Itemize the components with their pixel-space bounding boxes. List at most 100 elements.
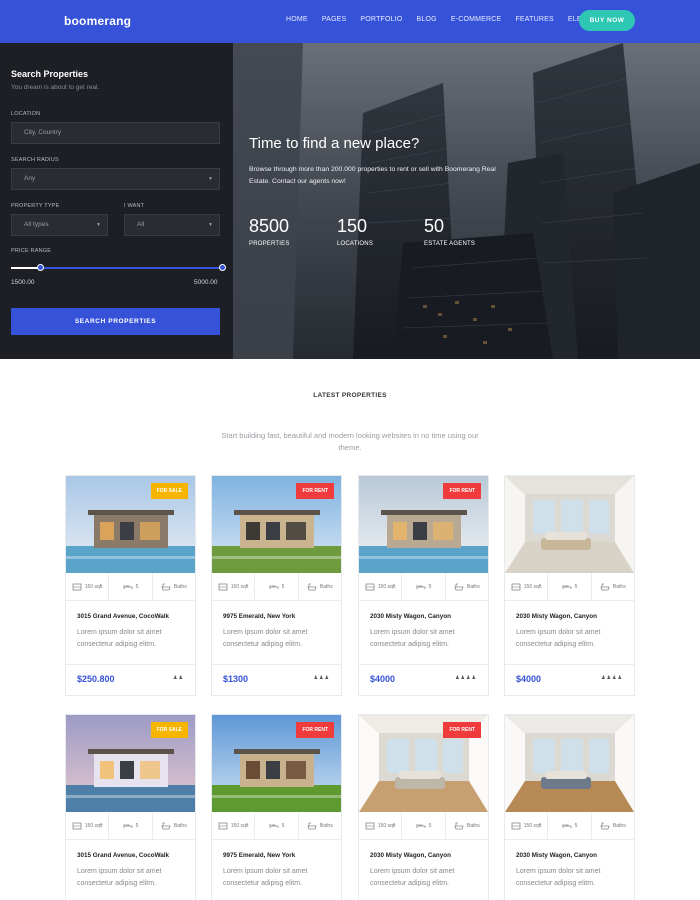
price-min-handle[interactable] — [37, 264, 44, 271]
stat-locations: 150 LOCATIONS — [337, 216, 373, 247]
property-image[interactable]: FOR RENT — [359, 476, 488, 573]
property-address[interactable]: 2030 Misty Wagon, Canyon — [516, 613, 623, 620]
hero-heading: Time to find a new place? — [249, 135, 420, 152]
property-card[interactable]: FOR SALE 150 sqft 5 Baths 3015 Grand Ave… — [65, 714, 196, 900]
property-image[interactable]: FOR RENT — [212, 715, 341, 812]
property-features: 150 sqft 5 Baths — [66, 812, 195, 840]
card-footer: $250.800 ♟♟ — [66, 665, 195, 695]
location-input[interactable]: City, Country — [11, 122, 220, 144]
card-footer: $4000 ♟♟♟♟ — [505, 665, 634, 695]
bed-icon — [416, 823, 425, 828]
property-card[interactable]: 150 sqft 5 Baths 2030 Misty Wagon, Canyo… — [504, 714, 635, 900]
card-body: 3015 Grand Avenue, CocoWalk Lorem ipsum … — [66, 840, 195, 900]
property-card[interactable]: FOR SALE 150 sqft 5 Baths 3015 Grand Ave… — [65, 475, 196, 696]
feature-baths-value: Baths — [319, 822, 333, 829]
feature-beds-value: 5 — [574, 583, 578, 590]
area-icon — [218, 822, 228, 829]
property-address[interactable]: 3015 Grand Avenue, CocoWalk — [77, 852, 184, 859]
want-label: I WANT — [124, 203, 145, 209]
status-badge: FOR SALE — [150, 483, 188, 499]
site-header: boomerang HOME PAGES PORTFOLIO BLOG E-CO… — [0, 0, 700, 43]
feature-baths-value: Baths — [466, 583, 480, 590]
property-type-label: PROPERTY TYPE — [11, 203, 60, 209]
feature-beds: 5 — [109, 573, 153, 600]
feature-area-value: 150 sqft — [377, 583, 396, 590]
property-description: Lorem ipsum dolor sit amet consectetur a… — [370, 868, 455, 887]
bath-icon — [600, 822, 610, 829]
property-address[interactable]: 9975 Emerald, New York — [223, 613, 330, 620]
feature-area: 150 sqft — [505, 812, 549, 839]
want-select[interactable]: All ▼ — [124, 214, 220, 236]
card-body: 9975 Emerald, New York Lorem ipsum dolor… — [212, 601, 341, 665]
property-address[interactable]: 9975 Emerald, New York — [223, 852, 330, 859]
feature-area: 150 sqft — [66, 573, 110, 600]
property-image[interactable] — [505, 715, 634, 812]
property-address[interactable]: 2030 Misty Wagon, Canyon — [370, 613, 477, 620]
feature-baths: Baths — [592, 573, 634, 600]
nav-item-ecommerce[interactable]: E-COMMERCE — [451, 16, 502, 23]
feature-beds: 5 — [548, 812, 592, 839]
stat-value: 50 — [424, 216, 445, 236]
property-image[interactable] — [505, 476, 634, 573]
search-title: Search Properties — [11, 69, 89, 79]
location-label: LOCATION — [11, 111, 41, 117]
feature-baths: Baths — [446, 573, 488, 600]
feature-baths-value: Baths — [319, 583, 333, 590]
property-features: 150 sqft 5 Baths — [66, 573, 195, 601]
property-address[interactable]: 2030 Misty Wagon, Canyon — [516, 852, 623, 859]
nav-item-pages[interactable]: PAGES — [322, 16, 347, 23]
feature-beds: 5 — [548, 573, 592, 600]
property-image[interactable]: FOR SALE — [66, 476, 195, 573]
property-card[interactable]: FOR RENT 150 sqft 5 Baths 2030 Misty Wag… — [358, 475, 489, 696]
nav-item-features[interactable]: FEATURES — [515, 16, 553, 23]
feature-beds-value: 5 — [574, 822, 578, 829]
price-min-value: 1500.00 — [11, 279, 35, 286]
property-card[interactable]: FOR RENT 150 sqft 5 Baths 2030 Misty Wag… — [358, 714, 489, 900]
status-badge: FOR RENT — [443, 483, 481, 499]
property-address[interactable]: 2030 Misty Wagon, Canyon — [370, 852, 477, 859]
status-badge: FOR RENT — [443, 722, 481, 738]
search-properties-button[interactable]: SEARCH PROPERTIES — [11, 308, 220, 335]
property-image[interactable]: FOR RENT — [212, 476, 341, 573]
bed-icon — [416, 584, 425, 589]
bed-icon — [562, 584, 571, 589]
nav-item-blog[interactable]: BLOG — [417, 16, 437, 23]
hero-background-image: Time to find a new place? Browse through… — [233, 43, 700, 359]
feature-baths: Baths — [153, 573, 195, 600]
logo[interactable]: boomerang — [64, 14, 131, 28]
feature-area: 150 sqft — [505, 573, 549, 600]
nav-item-portfolio[interactable]: PORTFOLIO — [360, 16, 402, 23]
property-image[interactable]: FOR SALE — [66, 715, 195, 812]
stat-value: 150 — [337, 216, 368, 236]
card-body: 9975 Emerald, New York Lorem ipsum dolor… — [212, 840, 341, 900]
property-price: $1300 — [223, 674, 249, 684]
skyscrapers-illustration — [233, 43, 700, 359]
want-value: All — [137, 221, 145, 228]
property-price: $4000 — [370, 674, 396, 684]
card-body: 2030 Misty Wagon, Canyon Lorem ipsum dol… — [505, 601, 634, 665]
property-card[interactable]: FOR RENT 150 sqft 5 Baths 9975 Emerald, … — [211, 714, 342, 900]
area-icon — [218, 583, 228, 590]
feature-beds-value: 5 — [428, 822, 432, 829]
status-badge: FOR RENT — [296, 722, 334, 738]
buy-now-button[interactable]: BUY NOW — [579, 10, 635, 31]
property-card[interactable]: FOR RENT 150 sqft 5 Baths 9975 Emerald, … — [211, 475, 342, 696]
property-type-select[interactable]: All types ▼ — [11, 214, 108, 236]
radius-select[interactable]: Any ▼ — [11, 168, 220, 190]
feature-area-value: 150 sqft — [523, 822, 542, 829]
property-image[interactable]: FOR RENT — [359, 715, 488, 812]
bed-icon — [562, 823, 571, 828]
property-price: $4000 — [516, 674, 542, 684]
feature-area: 150 sqft — [212, 812, 256, 839]
feature-baths-value: Baths — [466, 822, 480, 829]
feature-area: 150 sqft — [359, 573, 403, 600]
stat-label: ESTATE AGENTS — [424, 241, 476, 247]
price-range-slider[interactable] — [11, 264, 226, 271]
nav-item-home[interactable]: HOME — [286, 16, 308, 23]
stat-properties: 8500 PROPERTIES — [249, 216, 290, 247]
feature-area-value: 150 sqft — [230, 583, 249, 590]
property-card[interactable]: 150 sqft 5 Baths 2030 Misty Wagon, Canyo… — [504, 475, 635, 696]
card-footer: $1300 ♟♟♟ — [212, 665, 341, 695]
price-max-handle[interactable] — [219, 264, 226, 271]
property-address[interactable]: 3015 Grand Avenue, CocoWalk — [77, 613, 184, 620]
